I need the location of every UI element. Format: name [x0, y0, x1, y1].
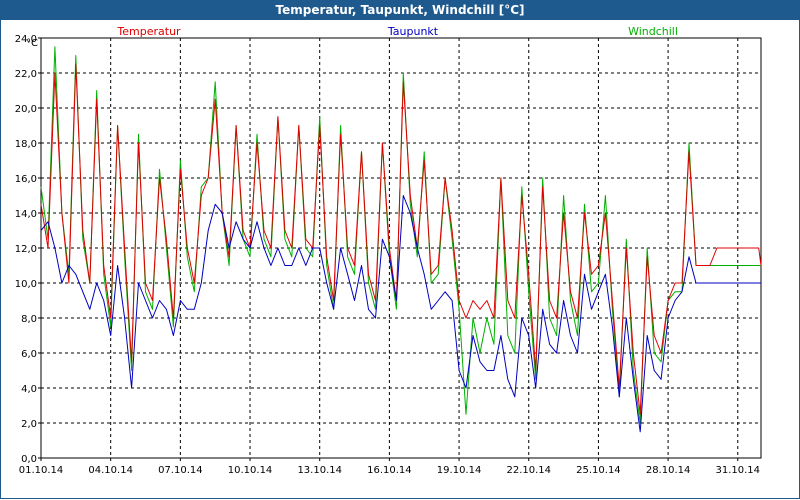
legend-taupunkt: Taupunkt — [387, 25, 439, 38]
x-tick-label: 13.10.14 — [297, 465, 342, 476]
y-axis: 0,0 2,0 4,0 6,0 8,0 10,0 12,0 14,0 16,0 18,0 20,0 2… — [15, 34, 41, 465]
x-tick-label: 22.10.14 — [506, 465, 551, 476]
y-tick-label: 20,0 — [15, 104, 37, 115]
y-tick-label: 14,0 — [15, 209, 37, 220]
y-tick-label: 4,0 — [21, 384, 37, 395]
x-tick-label: 16.10.14 — [367, 465, 412, 476]
x-tick-label: 01.10.14 — [19, 465, 64, 476]
y-tick-label: 2,0 — [21, 419, 37, 430]
legend-windchill: Windchill — [628, 25, 678, 38]
y-tick-label: 10,0 — [15, 279, 37, 290]
y-tick-label: 8,0 — [21, 314, 37, 325]
x-tick-label: 25.10.14 — [576, 465, 621, 476]
y-tick-label: 22,0 — [15, 69, 37, 80]
x-tick-label: 07.10.14 — [158, 465, 203, 476]
x-tick-label: 04.10.14 — [88, 465, 133, 476]
x-tick-label: 10.10.14 — [228, 465, 273, 476]
x-tick-label: 19.10.14 — [437, 465, 482, 476]
line-chart: 0,0 2,0 4,0 6,0 8,0 10,0 12,0 14,0 16,0 18,0 20,0 2… — [15, 25, 762, 476]
x-tick-label: 31.10.14 — [716, 465, 761, 476]
legend-temperatur: Temperatur — [116, 25, 181, 38]
x-tick-label: 28.10.14 — [646, 465, 691, 476]
y-tick-label: 16,0 — [15, 174, 37, 185]
y-tick-label: 12,0 — [15, 244, 37, 255]
y-unit-label: °C — [26, 38, 38, 49]
window-title: Temperatur, Taupunkt, Windchill [°C] — [0, 0, 800, 20]
y-tick-label: 6,0 — [21, 349, 37, 360]
y-tick-label: 18,0 — [15, 139, 37, 150]
y-tick-label: 0,0 — [21, 454, 37, 465]
chart-frame: 0,0 2,0 4,0 6,0 8,0 10,0 12,0 14,0 16,0 18,0 20,0 2… — [0, 20, 800, 499]
x-axis: 01.10.14 04.10.14 07.10.14 10.10.14 13.10.14… — [19, 458, 760, 476]
